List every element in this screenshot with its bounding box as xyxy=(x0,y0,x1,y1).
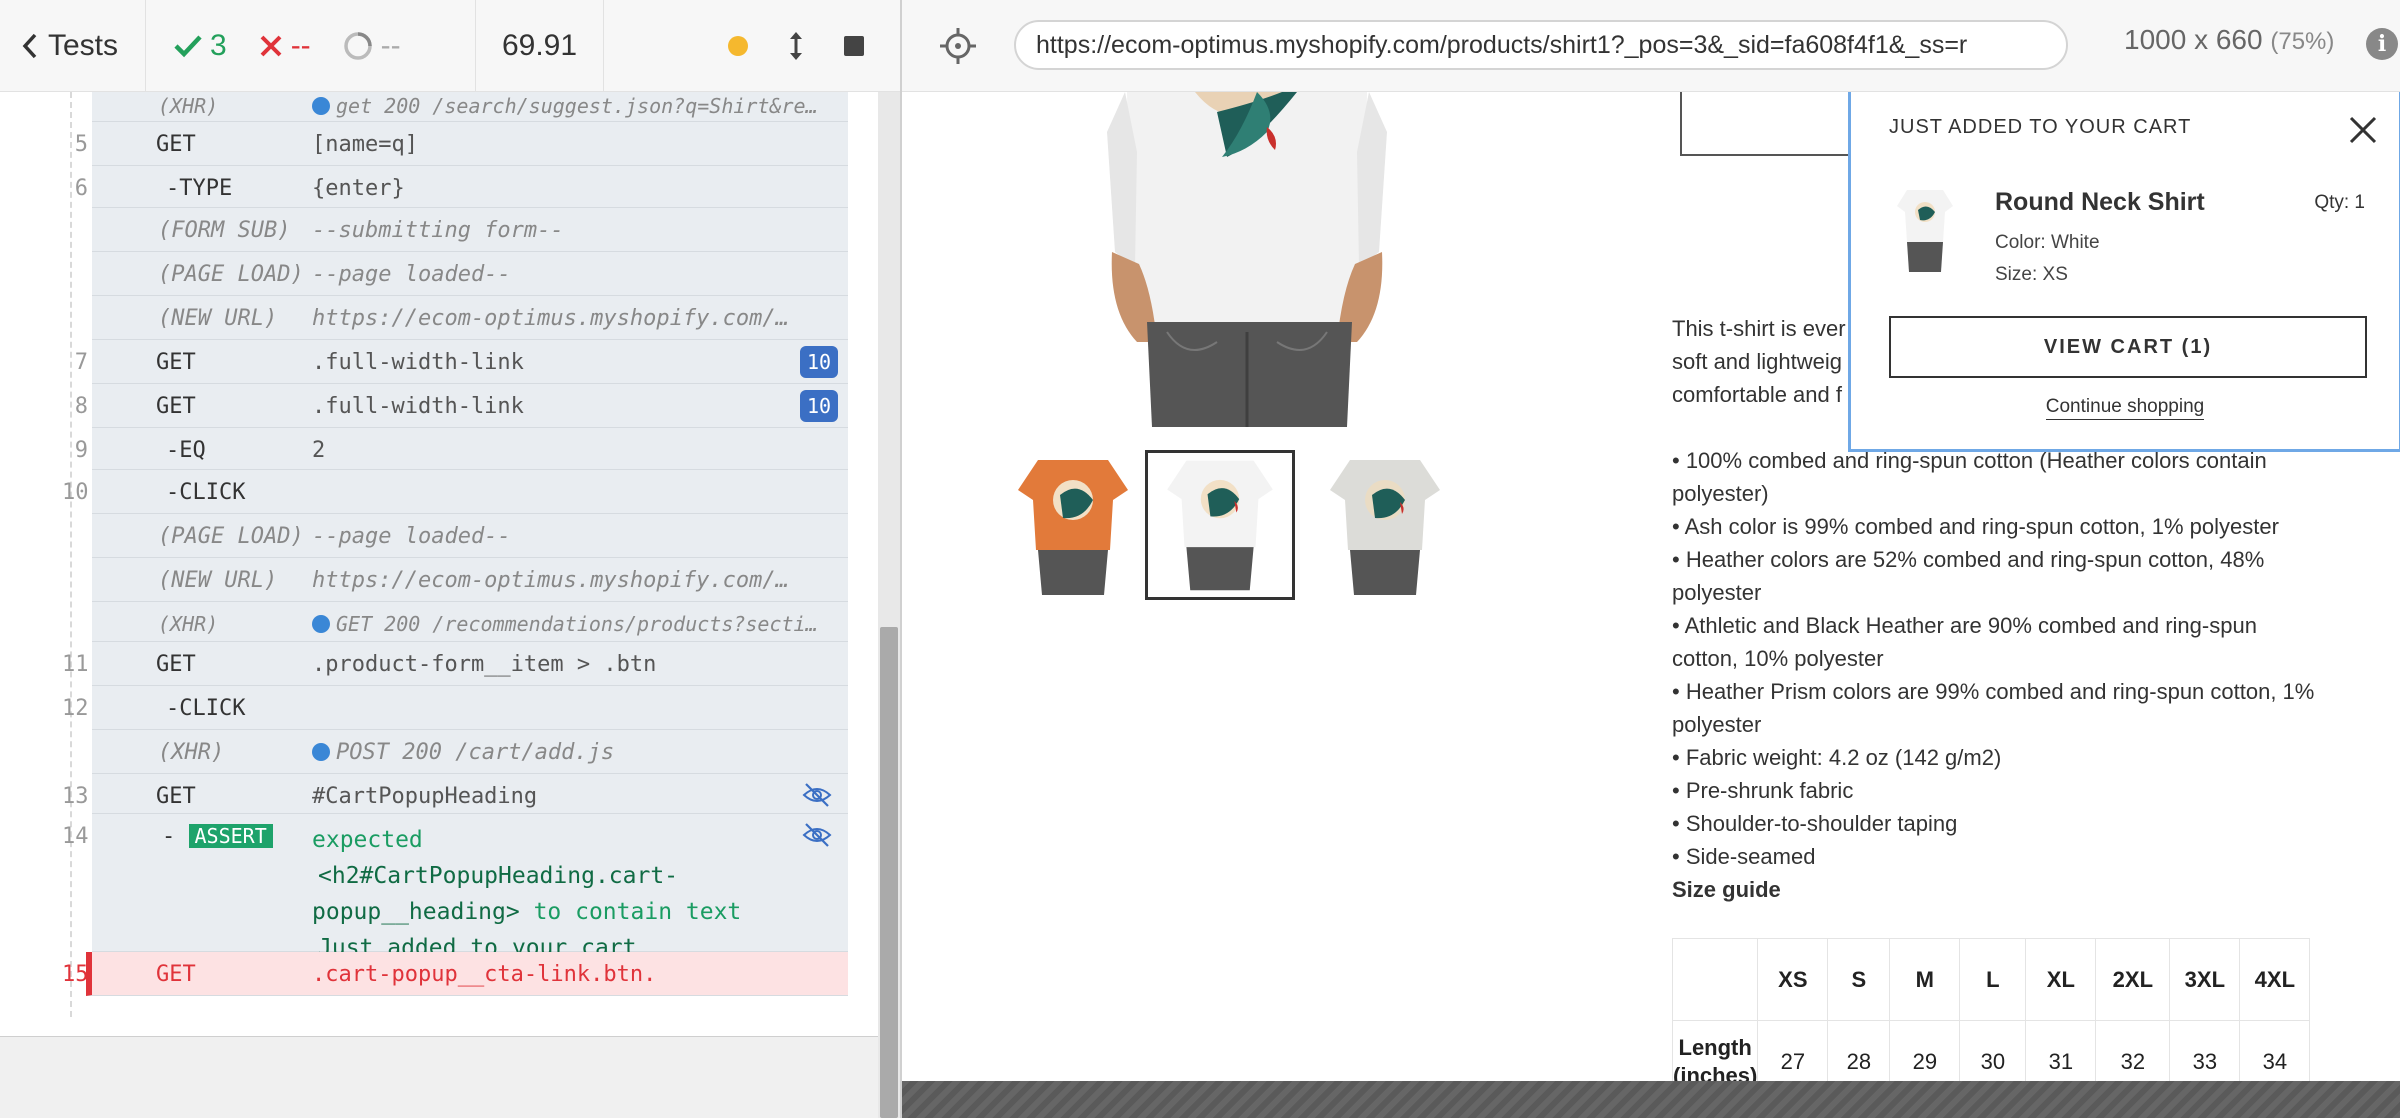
info-icon[interactable]: i xyxy=(2366,28,2398,60)
command-row[interactable]: 7 GET .full-width-link 10 xyxy=(75,340,848,384)
failed-count: -- xyxy=(259,29,311,63)
feature-item: • Heather colors are 52% combed and ring… xyxy=(1672,547,2265,605)
command-list: (XHR) get 200 /search/suggest.json?q=Shi… xyxy=(62,92,848,996)
check-icon xyxy=(174,34,202,57)
failed-command-row[interactable]: 15 GET .cart-popup__cta-link.btn. xyxy=(62,952,848,996)
log-event-xhr[interactable]: (XHR) GET 200 /recommendations/products?… xyxy=(92,602,848,642)
size-length-row: Length (inches) 27 28 29 30 31 32 33 34 xyxy=(1671,1020,2311,1081)
eye-slash-icon[interactable] xyxy=(802,782,832,808)
splitter-scrollbar[interactable] xyxy=(878,92,900,1118)
xhr-status-icon xyxy=(312,743,330,761)
view-cart-button[interactable]: VIEW CART (1) xyxy=(1889,316,2367,378)
command-row[interactable]: 6 -TYPE {enter} xyxy=(75,166,848,208)
command-row[interactable]: 12 -CLICK xyxy=(62,686,848,730)
chevron-left-icon xyxy=(22,33,37,58)
feature-list: • 100% combed and ring-spun cotton (Heat… xyxy=(1672,444,2322,873)
feature-item: • Side-seamed xyxy=(1672,844,1816,869)
feature-item: • Pre-shrunk fabric xyxy=(1672,778,1854,803)
passed-count: 3 xyxy=(174,29,227,63)
command-log-panel: (XHR) get 200 /search/suggest.json?q=Shi… xyxy=(0,92,878,1118)
app-preview: This t-shirt is ever soft and lightweig … xyxy=(902,92,2400,1081)
pending-value: -- xyxy=(380,28,401,62)
duration: 69.91 xyxy=(476,0,604,91)
feature-item: • Athletic and Black Heather are 90% com… xyxy=(1672,613,2257,671)
pending-count: -- xyxy=(343,29,401,63)
log-event-form-sub[interactable]: (FORM SUB) --submitting form-- xyxy=(92,208,848,252)
cart-item-qty: Qty: 1 xyxy=(2314,192,2365,213)
cart-item-image xyxy=(1897,190,1953,272)
close-icon[interactable] xyxy=(2347,114,2379,146)
passed-value: 3 xyxy=(210,28,227,62)
spinner-icon xyxy=(343,31,372,60)
auto-scroll-indicator-icon xyxy=(728,35,748,56)
feature-item: • Heather Prism colors are 99% combed an… xyxy=(1672,679,2315,737)
product-main-image xyxy=(1107,92,1387,427)
command-row[interactable]: 13 GET #CartPopupHeading xyxy=(62,774,848,814)
log-event-new-url[interactable]: (NEW URL) https://ecom-optimus.myshopify… xyxy=(92,296,848,340)
viewport-size: 1000 x 660 (75%) xyxy=(2124,24,2335,55)
scroll-arrows-icon[interactable] xyxy=(788,30,804,62)
product-thumbnail-selected[interactable] xyxy=(1145,450,1295,600)
aut-footer-stripe xyxy=(902,1081,2400,1118)
command-row[interactable]: 11 GET .product-form__item > .btn xyxy=(62,642,848,686)
assert-message: expected <h2#CartPopupHeading.cart- popu… xyxy=(312,827,742,961)
command-row[interactable]: 5 GET [name=q] xyxy=(75,122,848,166)
feature-item: • Shoulder-to-shoulder taping xyxy=(1672,811,1958,836)
test-stats: 3 -- -- xyxy=(146,0,476,91)
failed-value: -- xyxy=(290,28,311,62)
command-row[interactable]: 10 -CLICK xyxy=(62,470,848,514)
log-rail xyxy=(70,92,72,1017)
feature-item: • 100% combed and ring-spun cotton (Heat… xyxy=(1672,448,2267,506)
selector-playground-icon[interactable] xyxy=(938,26,978,66)
cart-item-size: Size: XS xyxy=(1995,264,2068,285)
assert-row[interactable]: 14 - ASSERT expected <h2#CartPopupHeadin… xyxy=(62,814,848,961)
cart-popup-heading: Just added to your cart xyxy=(1889,116,2192,138)
size-guide-title: Size guide xyxy=(1672,877,1781,902)
cart-popup: Just added to your cart Round Neck Shirt… xyxy=(1848,92,2400,452)
feature-item: • Ash color is 99% combed and ring-spun … xyxy=(1672,514,2279,539)
runner-controls xyxy=(604,0,900,91)
element-count-badge: 10 xyxy=(800,346,838,378)
x-icon xyxy=(260,35,282,56)
cart-item-color: Color: White xyxy=(1995,232,2100,253)
back-to-tests-label: Tests xyxy=(48,28,119,62)
log-event-xhr[interactable]: (XHR) get 200 /search/suggest.json?q=Shi… xyxy=(92,92,848,122)
runner-header: Tests 3 -- -- 69.91 xyxy=(0,0,900,92)
xhr-status-icon xyxy=(312,615,330,633)
log-event-page-load[interactable]: (PAGE LOAD) --page loaded-- xyxy=(92,514,848,558)
scrollbar-thumb[interactable] xyxy=(880,627,898,1118)
xhr-status-icon xyxy=(312,97,330,115)
size-header-row: XS S M L XL 2XL 3XL 4XL xyxy=(1671,938,2311,1021)
back-to-tests-button[interactable]: Tests xyxy=(0,0,146,91)
stop-button[interactable] xyxy=(844,35,864,56)
continue-shopping-link[interactable]: Continue shopping xyxy=(2045,396,2205,420)
log-event-new-url[interactable]: (NEW URL) https://ecom-optimus.myshopify… xyxy=(92,558,848,602)
url-bar[interactable]: https://ecom-optimus.myshopify.com/produ… xyxy=(1014,20,2068,70)
eye-slash-icon[interactable] xyxy=(802,822,832,848)
command-log: (XHR) get 200 /search/suggest.json?q=Shi… xyxy=(0,92,878,1037)
log-event-page-load[interactable]: (PAGE LOAD) --page loaded-- xyxy=(92,252,848,296)
command-row[interactable]: 8 GET .full-width-link 10 xyxy=(75,384,848,428)
aut-header: https://ecom-optimus.myshopify.com/produ… xyxy=(902,0,2400,92)
feature-item: • Fabric weight: 4.2 oz (142 g/m2) xyxy=(1672,745,2002,770)
log-event-xhr[interactable]: (XHR) POST 200 /cart/add.js xyxy=(92,730,848,774)
element-count-badge: 10 xyxy=(800,390,838,422)
size-guide-table: XS S M L XL 2XL 3XL 4XL Length (inches) … xyxy=(1671,938,2311,1081)
command-row[interactable]: 9 -EQ 2 xyxy=(75,428,848,470)
product-thumbnail[interactable] xyxy=(998,450,1148,600)
cart-item-name: Round Neck Shirt xyxy=(1995,188,2205,216)
product-thumbnail[interactable] xyxy=(1310,450,1460,600)
assert-tag: ASSERT xyxy=(188,824,273,848)
